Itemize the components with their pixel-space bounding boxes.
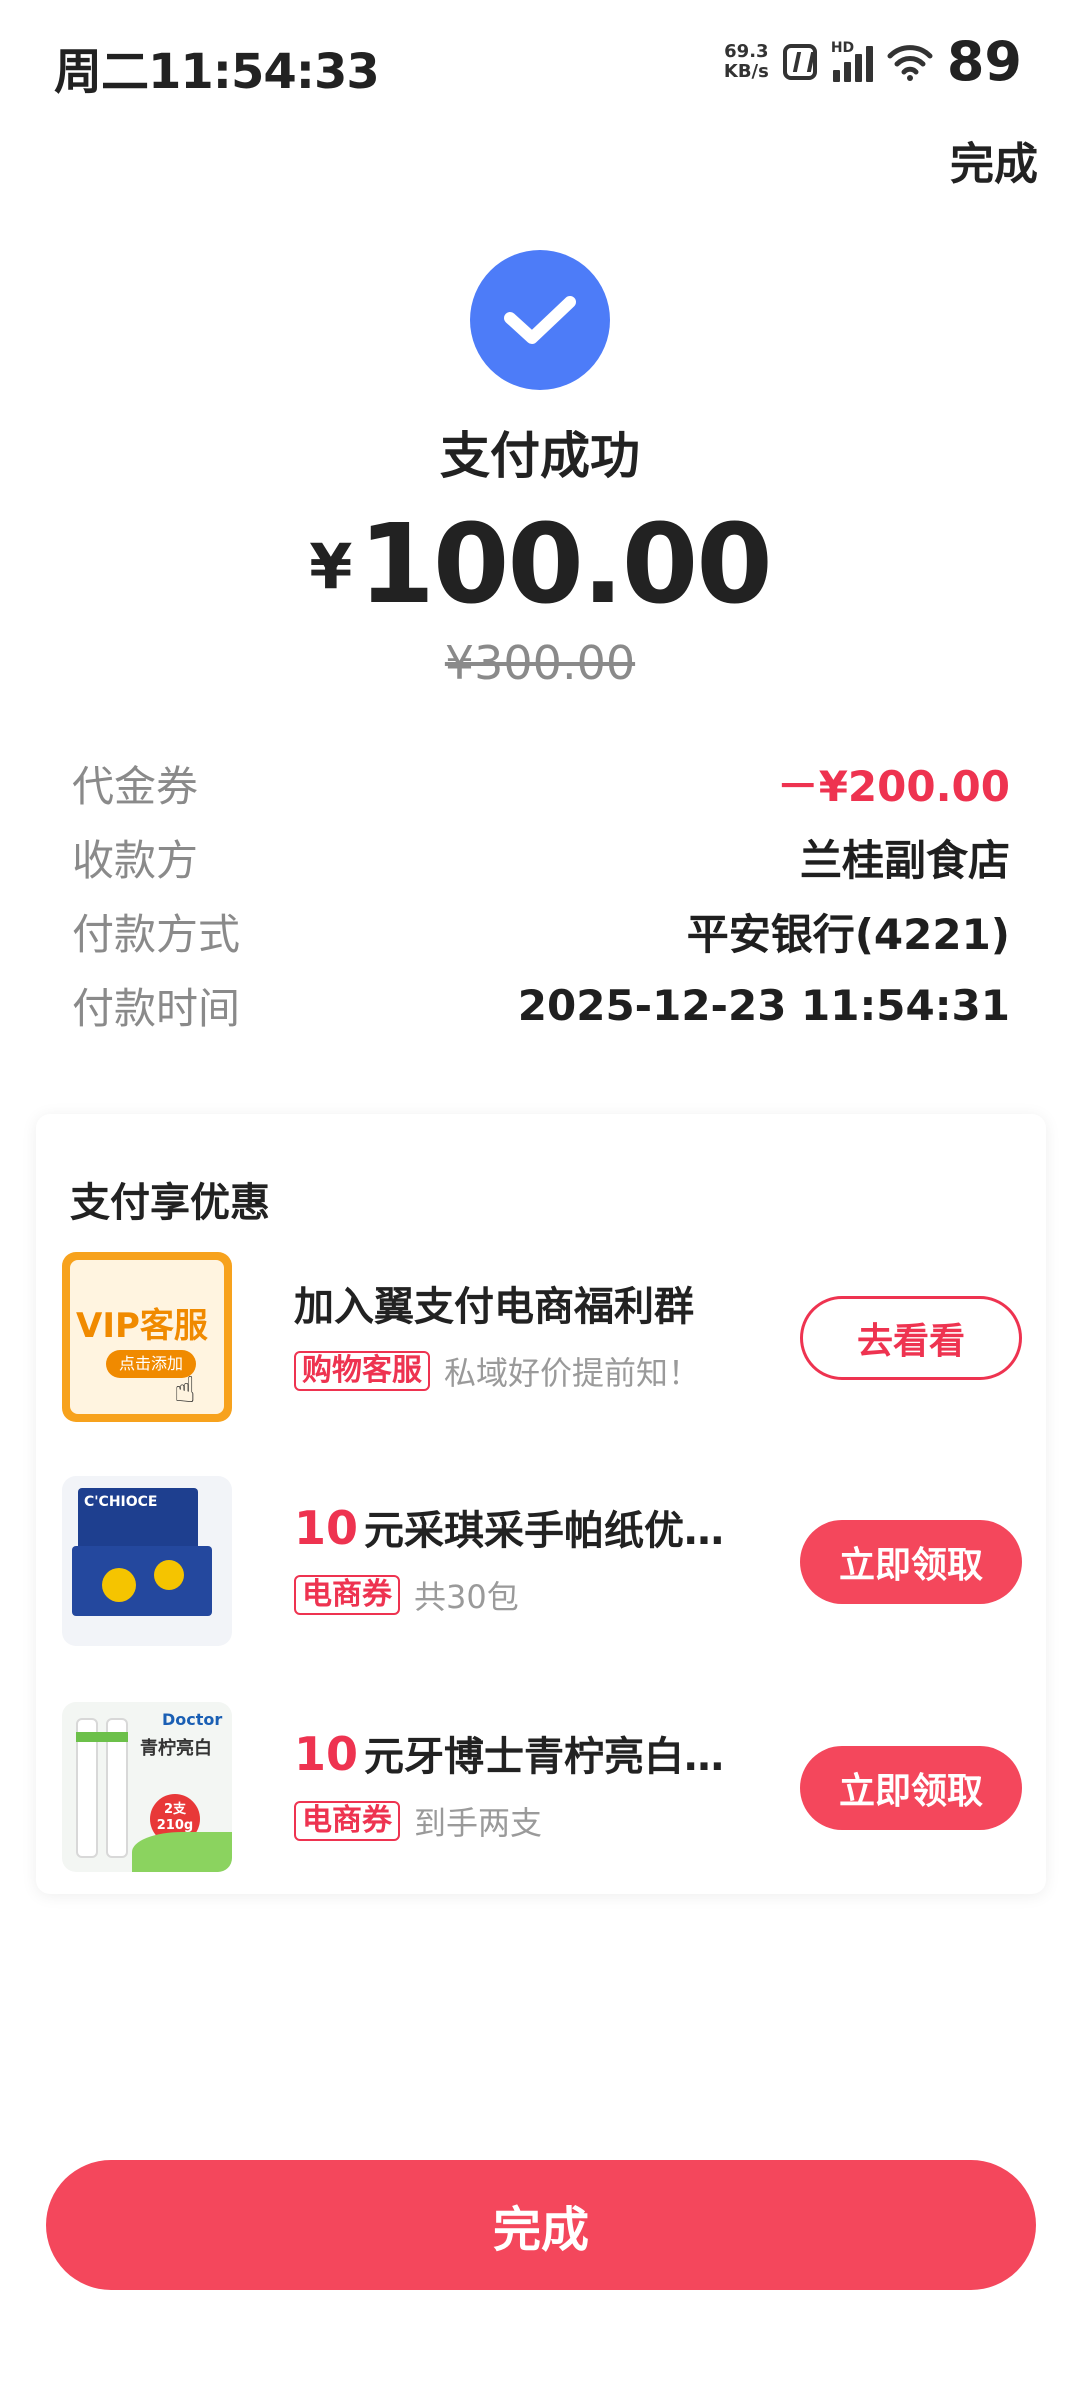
promo-item[interactable]: Doctor 青柠亮白 2支 210g 10 元牙博士青柠亮白牙… 电商券 到手两… (62, 1702, 1022, 1872)
done-button[interactable]: 完成 (46, 2160, 1036, 2290)
vip-service-thumbnail: VIP客服 点击添加 ☝ (62, 1252, 232, 1422)
promo-desc: 私域好价提前知！ (444, 1354, 701, 1392)
detail-label: 代金券 (72, 761, 199, 811)
battery-level: 89 (946, 30, 1022, 93)
currency-symbol: ¥ (309, 530, 353, 603)
promo-name-text: 元牙博士青柠亮白牙… (364, 1734, 754, 1780)
detail-row-method: 付款方式 平安银行(4221) (72, 894, 1010, 968)
promo-card-title: 支付享优惠 (70, 1180, 270, 1226)
network-speed-value: 69.3 (724, 40, 769, 62)
success-check-icon (470, 250, 610, 390)
nfc-icon (782, 43, 817, 80)
detail-row-time: 付款时间 2025-12-23 11:54:31 (72, 968, 1010, 1042)
detail-label: 付款时间 (72, 983, 241, 1033)
signal-bar (854, 53, 862, 82)
promo-tag: 购物客服 (294, 1351, 430, 1391)
status-time: 周二11:54:33 (54, 44, 380, 100)
detail-value: 2025-12-23 11:54:31 (517, 980, 1010, 1030)
network-speed: 69.3 KB/s (723, 40, 769, 82)
promo-tag: 电商券 (294, 1801, 400, 1841)
signal-bar (843, 61, 851, 82)
detail-label: 付款方式 (72, 909, 241, 959)
signal-bar (865, 45, 873, 82)
signal-hd-label: HD (830, 39, 855, 56)
status-bar: 周二11:54:33 69.3 KB/s HD 89 (0, 0, 1080, 120)
detail-value: 平安银行(4221) (686, 909, 1010, 959)
thumb-brand: Doctor (162, 1710, 223, 1729)
detail-value: 兰桂副食店 (799, 835, 1010, 885)
claim-button[interactable]: 立即领取 (800, 1520, 1022, 1604)
promo-desc: 共30包 (414, 1578, 519, 1616)
thumb-text: 青柠亮白 (140, 1738, 212, 1759)
promo-card: 支付享优惠 VIP客服 点击添加 ☝ 加入翼支付电商福利群 购物客服 私域好价提… (36, 1114, 1046, 1894)
network-speed-unit: KB/s (723, 60, 769, 82)
promo-name: 10 元采琪采手帕纸优惠券 (294, 1498, 754, 1556)
status-icons: 69.3 KB/s HD 89 (724, 30, 1022, 93)
wifi-icon (887, 44, 933, 81)
promo-name-text: 元采琪采手帕纸优惠券 (364, 1508, 754, 1554)
claim-button[interactable]: 立即领取 (800, 1746, 1022, 1830)
promo-name-text: 加入翼支付电商福利群 (294, 1284, 694, 1330)
detail-label: 收款方 (72, 835, 199, 885)
detail-value: －¥200.00 (776, 761, 1010, 811)
header-done-button[interactable]: 完成 (950, 128, 1038, 192)
payment-status-title: 支付成功 (440, 427, 640, 485)
promo-meta: 电商券 到手两支 (294, 1798, 542, 1844)
view-button[interactable]: 去看看 (800, 1296, 1022, 1380)
promo-item[interactable]: C'CHIOCE 10 元采琪采手帕纸优惠券 电商券 共30包 立即领取 (62, 1476, 1022, 1646)
paid-amount-value: 100.00 (358, 500, 772, 628)
signal-bar (832, 69, 840, 82)
tissue-product-thumbnail: C'CHIOCE (62, 1476, 232, 1646)
promo-name: 加入翼支付电商福利群 (294, 1274, 694, 1332)
thumb-text: VIP客服 (76, 1306, 208, 1346)
paid-amount: ¥100.00 (0, 500, 1080, 628)
promo-amount: 10 (294, 1727, 359, 1781)
detail-row-voucher: 代金券 －¥200.00 (72, 746, 1010, 820)
promo-tag: 电商券 (294, 1575, 400, 1615)
toothpaste-product-thumbnail: Doctor 青柠亮白 2支 210g (62, 1702, 232, 1872)
promo-item[interactable]: VIP客服 点击添加 ☝ 加入翼支付电商福利群 购物客服 私域好价提前知！ 去看… (62, 1252, 1022, 1422)
original-amount: ¥300.00 (444, 636, 636, 690)
promo-meta: 购物客服 私域好价提前知！ (294, 1348, 700, 1394)
promo-amount: 10 (294, 1501, 359, 1555)
promo-desc: 到手两支 (414, 1804, 543, 1842)
hand-pointer-icon: ☝ (174, 1370, 196, 1411)
promo-meta: 电商券 共30包 (294, 1572, 519, 1618)
payment-details: 代金券 －¥200.00 收款方 兰桂副食店 付款方式 平安银行(4221) 付… (72, 746, 1010, 1042)
cellular-signal-icon: HD (830, 39, 873, 82)
promo-name: 10 元牙博士青柠亮白牙… (294, 1724, 754, 1782)
detail-row-payee: 收款方 兰桂副食店 (72, 820, 1010, 894)
thumb-text: C'CHIOCE (84, 1494, 158, 1510)
